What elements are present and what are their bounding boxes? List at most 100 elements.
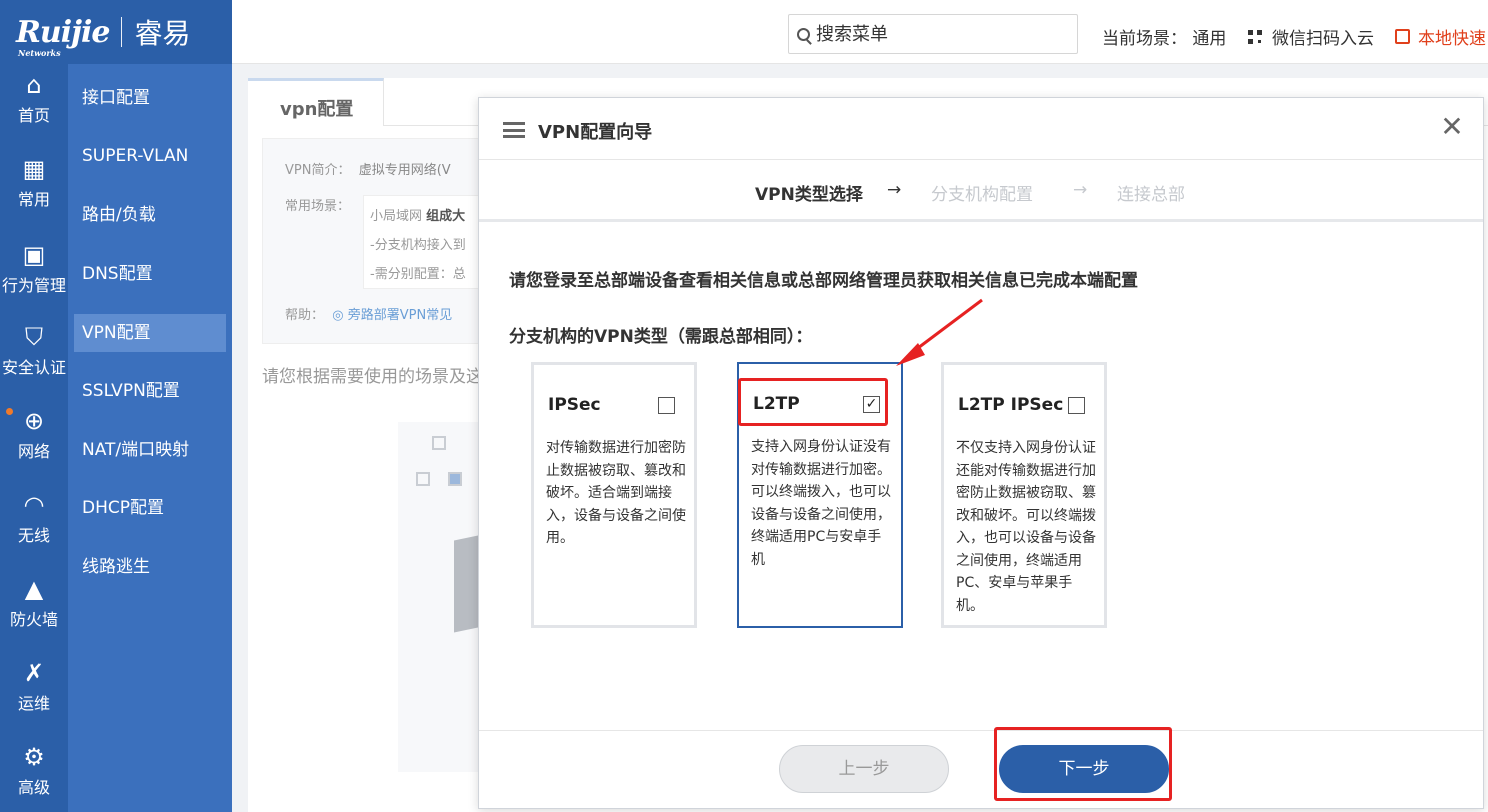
sidebar-item[interactable]: 接口配置 [74, 79, 226, 117]
notice-text: 请您登录至总部端设备查看相关信息或总部网络管理员获取相关信息已完成本端配置 [509, 271, 1138, 291]
help-row: 帮助： ◎ 旁路部署VPN常见 [285, 304, 452, 323]
sidebar-item[interactable]: VPN配置 [74, 314, 226, 352]
headset-icon: ◎ [332, 308, 344, 323]
card-desc: 对传输数据进行加密防止数据被窃取、篡改和破坏。适合端到端接入，设备与设备之间使用… [546, 440, 686, 546]
vpn-type-card-ipsec[interactable]: IPSec 对传输数据进行加密防止数据被窃取、篡改和破坏。适合端到端接入，设备与… [531, 362, 697, 628]
dialog-title: VPN配置向导 [538, 122, 653, 143]
wizard-steps: VPN类型选择 → 分支机构配置 → 连接总部 [479, 160, 1483, 222]
card-name: IPSec [548, 395, 601, 415]
home-icon: ⌂ [26, 71, 42, 99]
card-checkbox[interactable] [658, 397, 675, 414]
globe-icon: ⊕ [23, 407, 45, 435]
scene-hint: 请您根据需要使用的场景及这 [262, 367, 483, 387]
card-checkbox[interactable]: ✓ [863, 396, 880, 413]
search-icon [797, 27, 810, 41]
quick-label: 本地快速 [1418, 29, 1486, 49]
tools-icon: ✗ [23, 659, 45, 687]
close-icon[interactable]: ✕ [1437, 112, 1467, 142]
step-connect-hq: 连接总部 [1117, 185, 1185, 205]
nav-item-tools[interactable]: ✗ 运维 [0, 652, 68, 736]
intro-label: VPN简介： [285, 163, 351, 178]
topology-node-icon [416, 472, 430, 486]
vpn-type-card-l2tp[interactable]: L2TP ✓ 支持入网身份认证没有对传输数据进行加密。可以终端拨入，也可以设备与… [737, 362, 903, 628]
card-checkbox[interactable] [1068, 397, 1085, 414]
card-desc: 支持入网身份认证没有对传输数据进行加密。可以终端拨入，也可以设备与设备之间使用，… [751, 439, 891, 568]
sidebar-item[interactable]: DHCP配置 [74, 489, 226, 527]
scene-line1: 小局域网 [370, 209, 427, 224]
help-label: 帮助： [285, 308, 325, 323]
card-name: L2TP IPSec [958, 395, 1064, 415]
sidebar-item[interactable]: NAT/端口映射 [74, 431, 226, 469]
nav-item-label: 运维 [17, 694, 50, 713]
sidebar-item[interactable]: SUPER-VLAN [74, 137, 226, 175]
wechat-cloud-link[interactable]: 微信扫码入云 [1248, 24, 1374, 49]
dialog-body: 请您登录至总部端设备查看相关信息或总部网络管理员获取相关信息已完成本端配置 分支… [479, 224, 1483, 732]
shield-icon: ⛉ [25, 323, 43, 351]
current-scene[interactable]: 当前场景： 通用 [1102, 24, 1226, 49]
nav-item-label: 无线 [17, 526, 50, 545]
nav-item-label: 安全认证 [1, 358, 66, 377]
qr-code-icon [1248, 29, 1262, 44]
quick-setup-icon [1395, 29, 1410, 44]
nav-item-home[interactable]: ⌂ 首页 [0, 64, 68, 148]
prev-step-button[interactable]: 上一步 [779, 745, 949, 793]
dialog-footer: 上一步 下一步 [479, 730, 1483, 808]
nav-item-label: 网络 [17, 442, 50, 461]
help-link[interactable]: 旁路部署VPN常见 [348, 308, 452, 323]
sidebar-item[interactable]: DNS配置 [74, 255, 226, 293]
search-box[interactable] [788, 14, 1078, 54]
logo-divider [121, 17, 123, 47]
brand-cn: 睿易 [134, 17, 191, 50]
scene-label: 常用场景： [285, 199, 351, 214]
step-arrow-icon: → [1073, 180, 1088, 200]
nav-item-firewall[interactable]: ▲ 防火墙 [0, 568, 68, 652]
nav-item-shield[interactable]: ⛉ 安全认证 [0, 316, 68, 400]
nav-item-label: 防火墙 [9, 610, 58, 629]
nav-item-label: 常用 [17, 190, 50, 209]
firewall-icon: ▲ [24, 575, 44, 603]
sidebar-item[interactable]: 路由/负载 [74, 196, 226, 234]
step-branch-config: 分支机构配置 [931, 185, 1033, 205]
nav-item-wifi[interactable]: ◠ 无线 [0, 484, 68, 568]
dialog-header: VPN配置向导 ✕ [479, 98, 1483, 160]
step-arrow-icon: → [887, 180, 902, 200]
sidebar-item[interactable]: 线路逃生 [74, 548, 226, 586]
search-input[interactable] [816, 23, 1056, 45]
nav-item-gear[interactable]: ⚙ 高级 [0, 736, 68, 812]
local-quick-link[interactable]: 本地快速 [1395, 24, 1486, 49]
active-indicator-dot [6, 408, 13, 415]
apps-icon: ▦ [22, 155, 46, 183]
nav-item-globe[interactable]: ⊕ 网络 [0, 400, 68, 484]
menu-icon [503, 122, 525, 138]
monitor-icon: ▣ [22, 241, 46, 269]
sidebar-item[interactable]: SSLVPN配置 [74, 372, 226, 410]
wifi-icon: ◠ [23, 491, 45, 519]
card-desc: 不仅支持入网身份认证还能对传输数据进行加密防止数据被窃取、篡改和破坏。可以终端拨… [956, 440, 1096, 614]
topology-node-icon [432, 436, 446, 450]
intro-value: 虚拟专用网络(V [358, 163, 451, 178]
nav-item-apps[interactable]: ▦ 常用 [0, 148, 68, 232]
vpn-type-subtitle: 分支机构的VPN类型（需跟总部相同）： [509, 327, 813, 347]
nav-item-label: 行为管理 [1, 276, 66, 295]
intro-row: VPN简介： 虚拟专用网络(V [285, 159, 451, 178]
card-name: L2TP [753, 394, 800, 414]
secondary-nav: 接口配置 SUPER-VLAN 路由/负载 DNS配置 VPN配置 SSLVPN配置 NAT… [68, 64, 232, 812]
device-illustration [454, 535, 478, 633]
scene-label: 当前场景： [1102, 29, 1187, 49]
topology-node-icon [448, 472, 462, 486]
qr-label: 微信扫码入云 [1272, 29, 1374, 49]
logo: Ruijie Networks 睿易 [0, 0, 232, 64]
nav-item-label: 首页 [17, 106, 50, 125]
vpn-type-card-l2tp-ipsec[interactable]: L2TP IPSec 不仅支持入网身份认证还能对传输数据进行加密防止数据被窃取、… [941, 362, 1107, 628]
nav-item-monitor[interactable]: ▣ 行为管理 [0, 234, 68, 318]
gear-icon: ⚙ [23, 743, 45, 771]
scene-value[interactable]: 通用 [1192, 29, 1226, 49]
top-bar: RuijieNetworks 睿易 当前场景： 通用 微信扫码入云 本地快速 [0, 0, 1488, 64]
vpn-wizard-dialog: VPN配置向导 ✕ VPN类型选择 → 分支机构配置 → 连接总部 请您登录至总… [478, 97, 1484, 809]
primary-nav: ⌂ 首页 ▦ 常用 ▣ 行为管理 ⛉ 安全认证 ⊕ 网络 ◠ 无线 ▲ 防火墙 ✗ 运维 ⚙ 高级 [0, 64, 68, 812]
scene-line1-bold: 组成大 [426, 209, 466, 224]
next-step-button[interactable]: 下一步 [999, 745, 1169, 793]
brand-logo: Ruijie Networks [16, 14, 110, 58]
step-vpn-type: VPN类型选择 [755, 185, 863, 205]
tab-vpn-config[interactable]: vpn配置 [248, 78, 384, 126]
